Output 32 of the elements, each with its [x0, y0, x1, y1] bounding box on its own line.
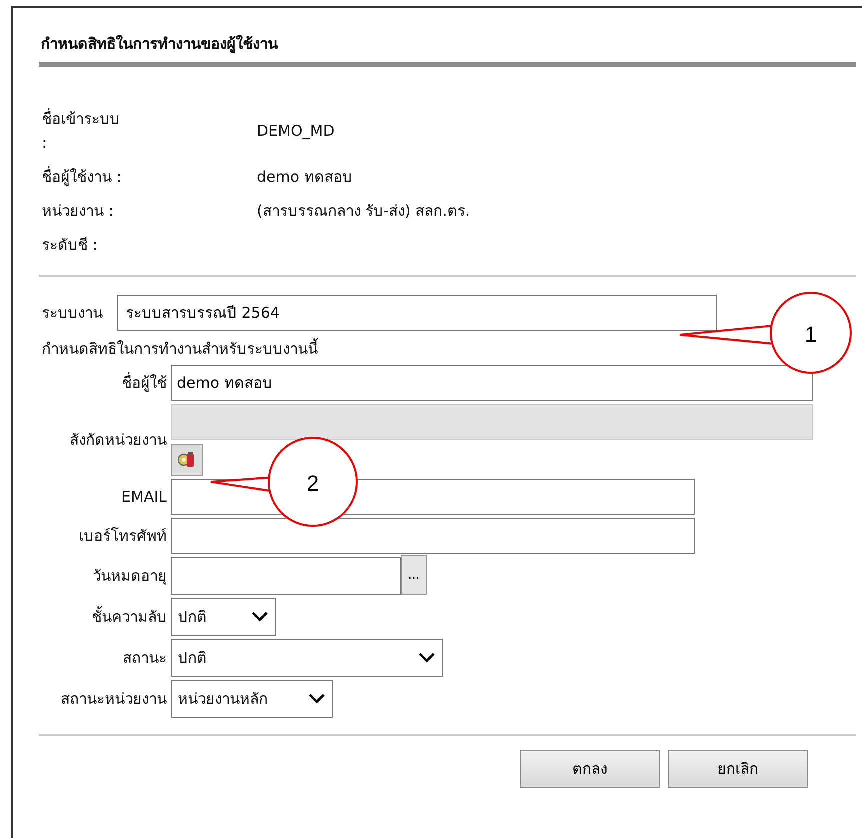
chevron-icon: [251, 611, 269, 623]
field-value: (สารบรรณกลาง รับ-ส่ง) สลก.ตร.: [257, 201, 472, 222]
field-label: ชื่อเข้าระบบ :: [42, 108, 121, 154]
dialog-button[interactable]: ตกลง: [520, 750, 660, 788]
field-label: สังกัดหน่วยงาน: [70, 430, 167, 451]
date-picker-button[interactable]: ...: [401, 555, 427, 595]
field-label: วันหมดอายุ: [93, 566, 167, 588]
dropdown[interactable]: หน่วยงานหลัก: [171, 680, 333, 718]
field-label: EMAIL: [122, 488, 167, 506]
field-label: ชื่อผู้ใช้งาน :: [42, 166, 122, 188]
text-field[interactable]: demo ทดสอบ: [171, 365, 813, 401]
field-label: ชื่อผู้ใช้: [122, 372, 167, 394]
dialog-button[interactable]: ยกเลิก: [668, 750, 808, 788]
field-label: หน่วยงาน :: [42, 201, 115, 222]
dropdown[interactable]: ปกติ: [171, 598, 276, 636]
field-label: ระดับชี :: [42, 235, 99, 256]
field-value: demo ทดสอบ: [257, 167, 354, 188]
field-label: สถานะหน่วยงาน: [61, 689, 167, 710]
field-label: ชั้นความลับ: [92, 605, 167, 628]
date-field[interactable]: [171, 557, 401, 595]
field-label: ระบบงาน: [42, 303, 103, 324]
callout-drawing: 2: [209, 435, 359, 529]
field-value: DEMO_MD: [257, 122, 336, 140]
text-field[interactable]: [171, 518, 695, 554]
dropdown[interactable]: ปกติ: [171, 639, 443, 677]
unit-picker-button[interactable]: [171, 444, 203, 476]
field-label: เบอร์โทรศัพท์: [79, 526, 167, 547]
section-heading: กำหนดสิทธิในการทำงานสำหรับระบบงานนี้: [41, 337, 320, 360]
dialog-title: กำหนดสิทธิในการทำงานของผู้ใช้งาน: [40, 34, 280, 56]
chevron-icon: [418, 652, 436, 664]
field-label: สถานะ: [123, 648, 167, 669]
chevron-icon: [308, 693, 326, 705]
